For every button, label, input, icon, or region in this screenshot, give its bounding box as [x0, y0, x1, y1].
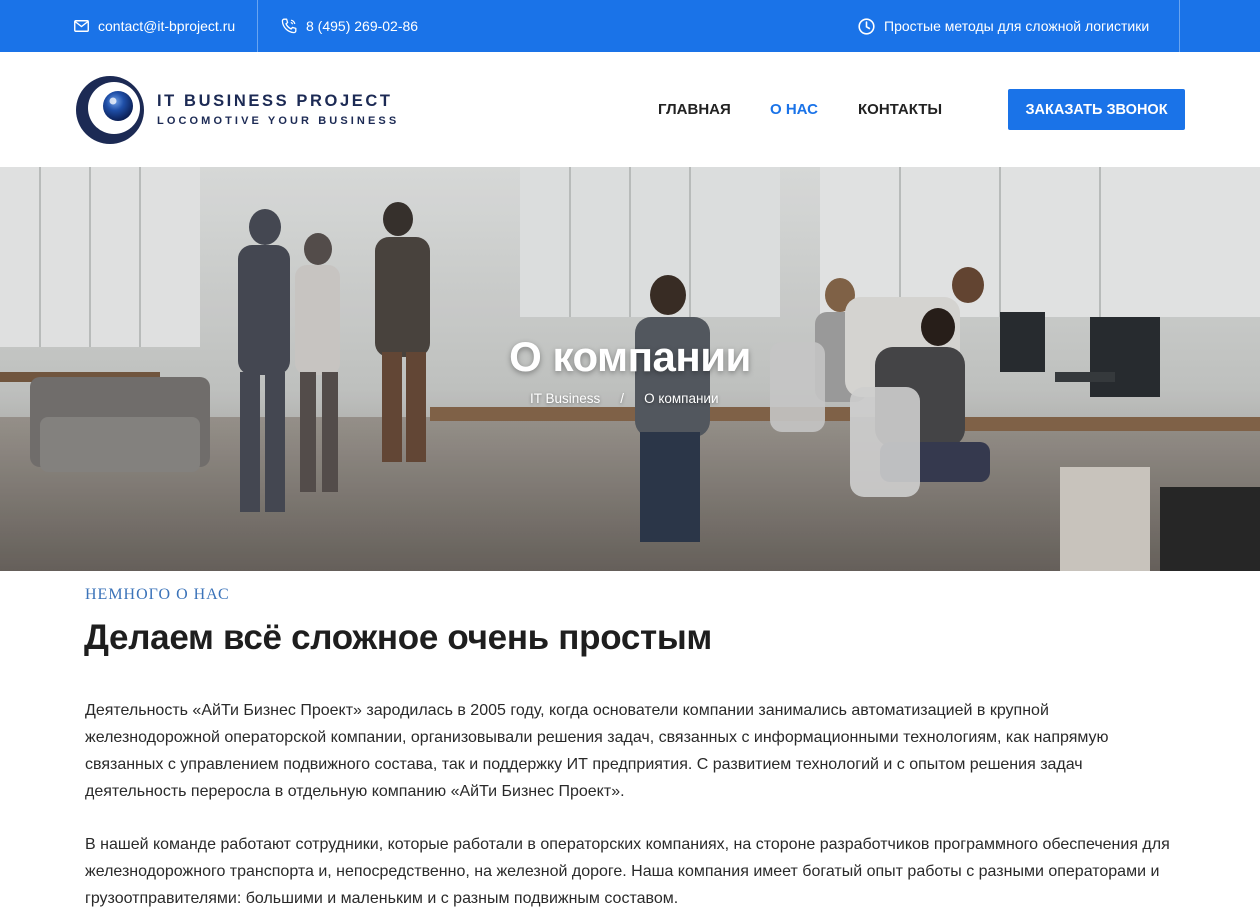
contact-phone-text[interactable]: 8 (495) 269-02-86: [306, 18, 418, 34]
about-paragraph: Деятельность «АйТи Бизнес Проект» зароди…: [85, 702, 1109, 800]
page-title: О компании: [509, 333, 751, 380]
slogan-text: Простые методы для сложной логистики: [884, 18, 1150, 34]
slogan: Простые методы для сложной логистики: [858, 0, 1149, 52]
top-contact-bar: contact@it-bproject.ru 8 (495) 269-02-86…: [0, 0, 1260, 52]
breadcrumb-current: О компании: [644, 391, 719, 406]
breadcrumb: IT Business / О компании: [530, 391, 719, 406]
site-header: IT BUSINESS PROJECT LOCOMOTIVE YOUR BUSI…: [0, 52, 1260, 167]
breadcrumb-home[interactable]: IT Business: [530, 391, 600, 406]
contact-email[interactable]: contact@it-bproject.ru: [74, 0, 235, 52]
phone-icon: [281, 18, 297, 34]
breadcrumb-separator: /: [620, 391, 625, 406]
contact-phone[interactable]: 8 (495) 269-02-86: [281, 0, 418, 52]
section-heading: Делаем всё сложное очень простым: [84, 618, 713, 657]
clock-icon: [858, 17, 875, 35]
logo-title: IT BUSINESS PROJECT: [157, 91, 393, 110]
nav-item-about[interactable]: О нас: [770, 52, 818, 167]
logo-subtitle: LOCOMOTIVE YOUR BUSINESS: [157, 114, 400, 127]
contact-email-text[interactable]: contact@it-bproject.ru: [98, 18, 235, 34]
nav-item-contacts[interactable]: Контакты: [858, 52, 942, 167]
divider: [257, 0, 258, 52]
nav-item-home[interactable]: Главная: [658, 52, 731, 167]
divider: [1179, 0, 1180, 52]
section-eyebrow: Немного о нас: [85, 586, 230, 603]
order-call-button[interactable]: Заказать звонок: [1008, 89, 1185, 130]
hero-banner: О компании IT Business / О компании: [0, 167, 1260, 571]
mail-icon: [74, 20, 89, 32]
logo-mark-icon: [74, 74, 146, 146]
logo[interactable]: IT BUSINESS PROJECT LOCOMOTIVE YOUR BUSI…: [74, 74, 399, 146]
about-paragraph: В нашей команде работают сотрудники, кот…: [85, 836, 1170, 907]
